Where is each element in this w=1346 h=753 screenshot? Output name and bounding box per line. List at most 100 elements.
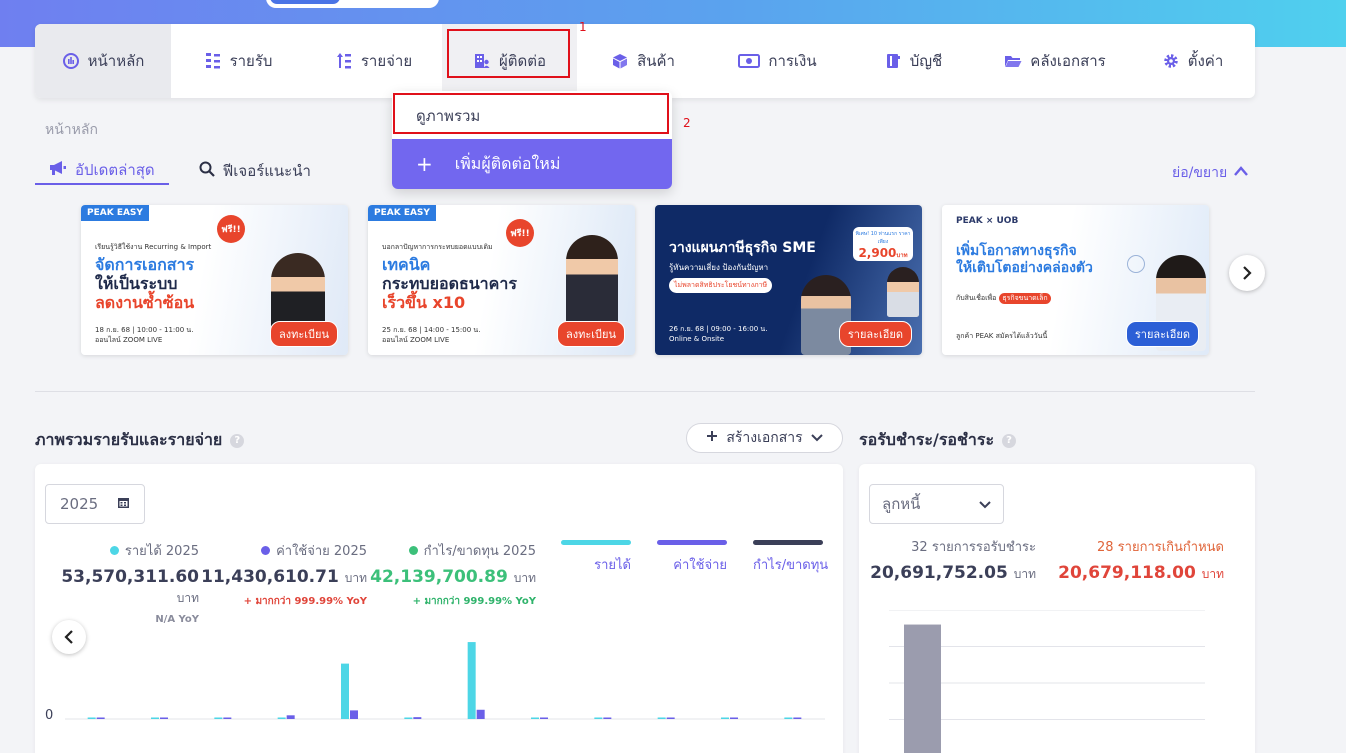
debtor-selector[interactable]: ลูกหนี้ [869,484,1004,524]
chart-bar-income-12[interactable] [784,717,793,720]
add-contact-label: เพิ่มผู้ติดต่อใหม่ [454,153,561,173]
legend-income[interactable]: รายได้ [561,540,631,575]
plus-icon [706,430,718,446]
chart-bar-income-1[interactable] [87,717,96,720]
nav-label: บัญชี [909,52,943,70]
chart-bar-income-5[interactable] [341,663,349,719]
banner-subtitle: รู้ทันความเสี่ยง ป้องกันปัญหา [669,263,769,272]
banner-tag: PEAK EASY [368,205,436,221]
chart-bar-income-8[interactable] [531,717,539,720]
details-button[interactable]: รายละเอียด [1125,321,1199,347]
nav-item-accounting[interactable]: บัญชี [846,24,980,98]
chart-bar-expense-9[interactable] [603,717,612,720]
y-axis-zero-label: 0 [45,708,54,723]
chart-bar-expense-7[interactable] [476,709,485,719]
help-icon[interactable]: ? [1002,433,1017,448]
register-button[interactable]: ลงทะเบียน [557,321,625,347]
promo-banner-2[interactable]: PEAK EASY ฟรี!! บอกลาปัญหาการกระทบยอดแบบ… [368,205,635,355]
money-bill-icon [738,52,761,70]
nav-label: รายรับ [229,52,273,70]
create-document-label: สร้างเอกสาร [726,430,803,446]
promo-banner-1[interactable]: PEAK EASY ฟรี!! เรียนรู้วิธีใช้งาน Recur… [81,205,348,355]
chart-bar-expense-10[interactable] [666,717,675,720]
income-sort-icon [204,52,222,70]
chart-bar-income-11[interactable] [721,717,729,720]
bitcoin-icon [1127,255,1145,273]
chart-bar-income-6[interactable] [404,717,413,720]
collapse-label: ย่อ/ขยาย [1172,165,1228,181]
banner-info: ลูกค้า PEAK สมัครได้แล้ววันนี้ [956,332,1048,340]
banner-info: 18 ก.ย. 68 | 10:00 - 11:00 น. ออนไลน์ ZOO… [95,326,194,344]
year-selector[interactable]: 2025 [45,484,145,524]
nav-item-home[interactable]: หน้าหลัก [35,24,171,98]
overview-title: ภาพรวมรายรับและรายจ่าย ? [35,428,245,453]
nav-item-income[interactable]: รายรับ [171,24,305,98]
presenter-photo [887,267,919,317]
banner-info: 25 ก.ย. 68 | 14:00 - 15:00 น. ออนไลน์ ZOO… [382,326,481,344]
add-contact-button[interactable]: + เพิ่มผู้ติดต่อใหม่ [392,139,672,189]
register-button[interactable]: ลงทะเบียน [270,321,338,347]
banner-subtitle: กับสินเชื่อเพื่อ ธุรกิจขนาดเล็ก [956,293,1051,304]
breadcrumb[interactable]: หน้าหลัก [45,119,98,141]
free-badge: ฟรี!! [506,219,534,247]
chart-bar-expense-12[interactable] [793,717,802,720]
chart-bar-income-2[interactable] [151,717,159,720]
dashboard-gauge-icon [62,52,80,70]
chart-bar-expense-6[interactable] [413,717,422,719]
folder-open-icon [1004,52,1022,70]
stat-profit: กำไร/ขาดทุน 2025 42,139,700.89 บาท + มาก… [370,544,536,607]
chart-bar-expense-11[interactable] [730,717,738,720]
collapse-toggle[interactable]: ย่อ/ขยาย [1172,162,1249,184]
gear-icon [1162,52,1180,70]
chart-bar-income-3[interactable] [214,717,223,720]
promo-banner-3[interactable]: วางแผนภาษีธุรกิจ SME รู้ทันความเสี่ยง ป้… [655,205,922,355]
create-document-button[interactable]: สร้างเอกสาร [686,423,843,453]
nav-label: คลังเอกสาร [1030,52,1106,70]
chevron-down-icon [810,430,823,446]
tab-label: อัปเดตล่าสุด [75,161,155,179]
annotation-box-1 [447,29,570,78]
chart-bar-income-7[interactable] [467,642,476,719]
nav-item-finance[interactable]: การเงิน [709,24,846,98]
price-tag: พิเศษ! 10 ท่านแรก ราคาเพียง 2,900บาท [853,227,913,261]
help-icon[interactable]: ? [230,433,245,448]
chart-bar-expense-4[interactable] [286,715,295,719]
chart-bar-income-4[interactable] [277,717,286,720]
chart-bar-income-10[interactable] [657,717,666,720]
stat-overdue: 28 รายการเกินกำหนด 20,679,118.00 บาท [1058,540,1224,583]
annotation-number-2: 2 [683,116,691,130]
banner-subtitle: เรียนรู้วิธีใช้งาน Recurring & Import [95,243,212,251]
chart-bar-expense-5[interactable] [350,710,358,719]
legend-profit[interactable]: กำไร/ขาดทุน [753,540,828,575]
megaphone-icon [49,161,67,179]
tab-label: ฟีเจอร์แนะนำ [222,162,311,180]
overview-bar-chart [65,642,825,720]
year-value: 2025 [60,495,99,513]
tab-recommended-features[interactable]: ฟีเจอร์แนะนำ [185,157,325,185]
nav-item-documents[interactable]: คลังเอกสาร [980,24,1130,98]
calendar-icon [117,495,130,513]
banner-tag: PEAK EASY [81,205,149,221]
expense-sort-icon [335,52,353,70]
chart-bar-expense-1[interactable] [96,717,105,720]
plus-icon: + [416,152,433,176]
promo-banner-4[interactable]: PEAK × UOB เพิ่มโอกาสทางธุรกิจ ให้เติบโต… [942,205,1209,355]
legend-expense[interactable]: ค่าใช้จ่าย [657,540,727,575]
carousel-next-button[interactable] [1229,255,1265,291]
nav-item-products[interactable]: สินค้า [577,24,709,98]
chevron-up-icon [1233,165,1249,181]
chart-bar-expense-8[interactable] [540,717,548,720]
stat-expense: ค่าใช้จ่าย 2025 11,430,610.71 บาท + มากก… [201,544,367,607]
banner-subtitle: บอกลาปัญหาการกระทบยอดแบบเดิม [382,243,493,251]
receivable-bar-1[interactable] [904,624,941,753]
details-button[interactable]: รายละเอียด [838,321,912,347]
stat-income: รายได้ 2025 53,570,311.60 บาท N/A YoY [61,544,199,625]
chart-bar-income-9[interactable] [594,717,603,720]
nav-item-expense[interactable]: รายจ่าย [305,24,442,98]
chevron-down-icon [979,495,991,513]
chart-bar-expense-2[interactable] [160,717,168,720]
chart-bar-expense-3[interactable] [223,717,232,720]
tab-latest-updates[interactable]: อัปเดตล่าสุด [35,157,169,185]
header-toggle[interactable] [266,0,439,8]
nav-item-settings[interactable]: ตั้งค่า [1130,24,1255,98]
